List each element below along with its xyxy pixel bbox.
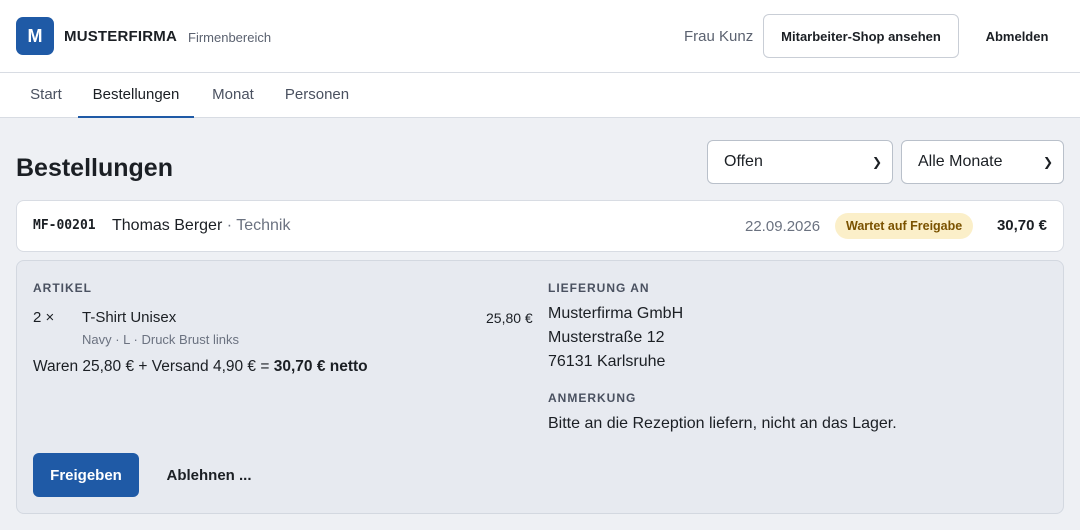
month-filter-select[interactable]: Alle Monate ❯ xyxy=(901,140,1064,184)
current-user: Frau Kunz xyxy=(684,28,754,45)
separator-dot: · xyxy=(222,217,237,234)
delivery-heading: LIEFERUNG AN xyxy=(548,281,650,295)
view-shop-button[interactable]: Mitarbeiter-Shop ansehen xyxy=(763,14,959,58)
tab-orders[interactable]: Bestellungen xyxy=(78,73,194,118)
logout-button[interactable]: Abmelden xyxy=(972,14,1062,58)
approve-button[interactable]: Freigeben xyxy=(33,453,139,497)
page-title: Bestellungen xyxy=(16,154,173,182)
month-filter-value: Alle Monate xyxy=(918,153,1003,170)
item-quantity: 2 × xyxy=(33,309,55,326)
summary-breakdown: Waren 25,80 € + Versand 4,90 € = xyxy=(33,358,274,375)
item-variant: Navy · L · Druck Brust links xyxy=(82,332,239,347)
person-department: Technik xyxy=(236,217,291,234)
status-filter-select[interactable]: Offen ❯ xyxy=(707,140,893,184)
order-row[interactable]: MF-00201 Thomas Berger · Technik 22.09.2… xyxy=(16,200,1064,252)
address-line: 76131 Karlsruhe xyxy=(548,353,666,370)
articles-heading: ARTIKEL xyxy=(33,281,92,295)
top-bar: M MUSTERFIRMA Firmenbereich Frau Kunz Mi… xyxy=(0,0,1080,73)
order-date: 22.09.2026 xyxy=(745,218,821,235)
order-detail-panel: ARTIKEL 2 × T-Shirt Unisex Navy · L · Dr… xyxy=(16,260,1064,514)
order-person: Thomas Berger · Technik xyxy=(112,217,290,235)
summary-total: 30,70 € netto xyxy=(273,358,368,375)
order-summary: Waren 25,80 € + Versand 4,90 € = 30,70 €… xyxy=(33,358,368,376)
company-logo[interactable]: M xyxy=(16,17,54,55)
tab-start[interactable]: Start xyxy=(16,73,76,118)
brand-name: MUSTERFIRMA xyxy=(64,28,178,45)
item-name: T-Shirt Unisex xyxy=(82,309,177,326)
tab-bar: Start Bestellungen Monat Personen xyxy=(0,73,1080,118)
chevron-down-icon: ❯ xyxy=(871,155,882,169)
brand-subtitle: Firmenbereich xyxy=(188,30,272,45)
note-heading: ANMERKUNG xyxy=(548,391,637,405)
tab-people[interactable]: Personen xyxy=(276,73,358,118)
address-line: Musterstraße 12 xyxy=(548,329,665,346)
item-price: 25,80 € xyxy=(486,310,533,326)
order-id: MF-00201 xyxy=(33,218,96,233)
status-badge: Wartet auf Freigabe xyxy=(835,213,974,239)
order-note: Bitte an die Rezeption liefern, nicht an… xyxy=(548,415,897,432)
status-filter-value: Offen xyxy=(724,153,763,170)
person-name: Thomas Berger xyxy=(112,217,223,234)
tab-month[interactable]: Monat xyxy=(200,73,266,118)
reject-button[interactable]: Ablehnen ... xyxy=(157,453,261,497)
order-total: 30,70 € xyxy=(996,217,1047,234)
address-line: Musterfirma GmbH xyxy=(548,305,684,322)
chevron-down-icon: ❯ xyxy=(1042,155,1053,169)
